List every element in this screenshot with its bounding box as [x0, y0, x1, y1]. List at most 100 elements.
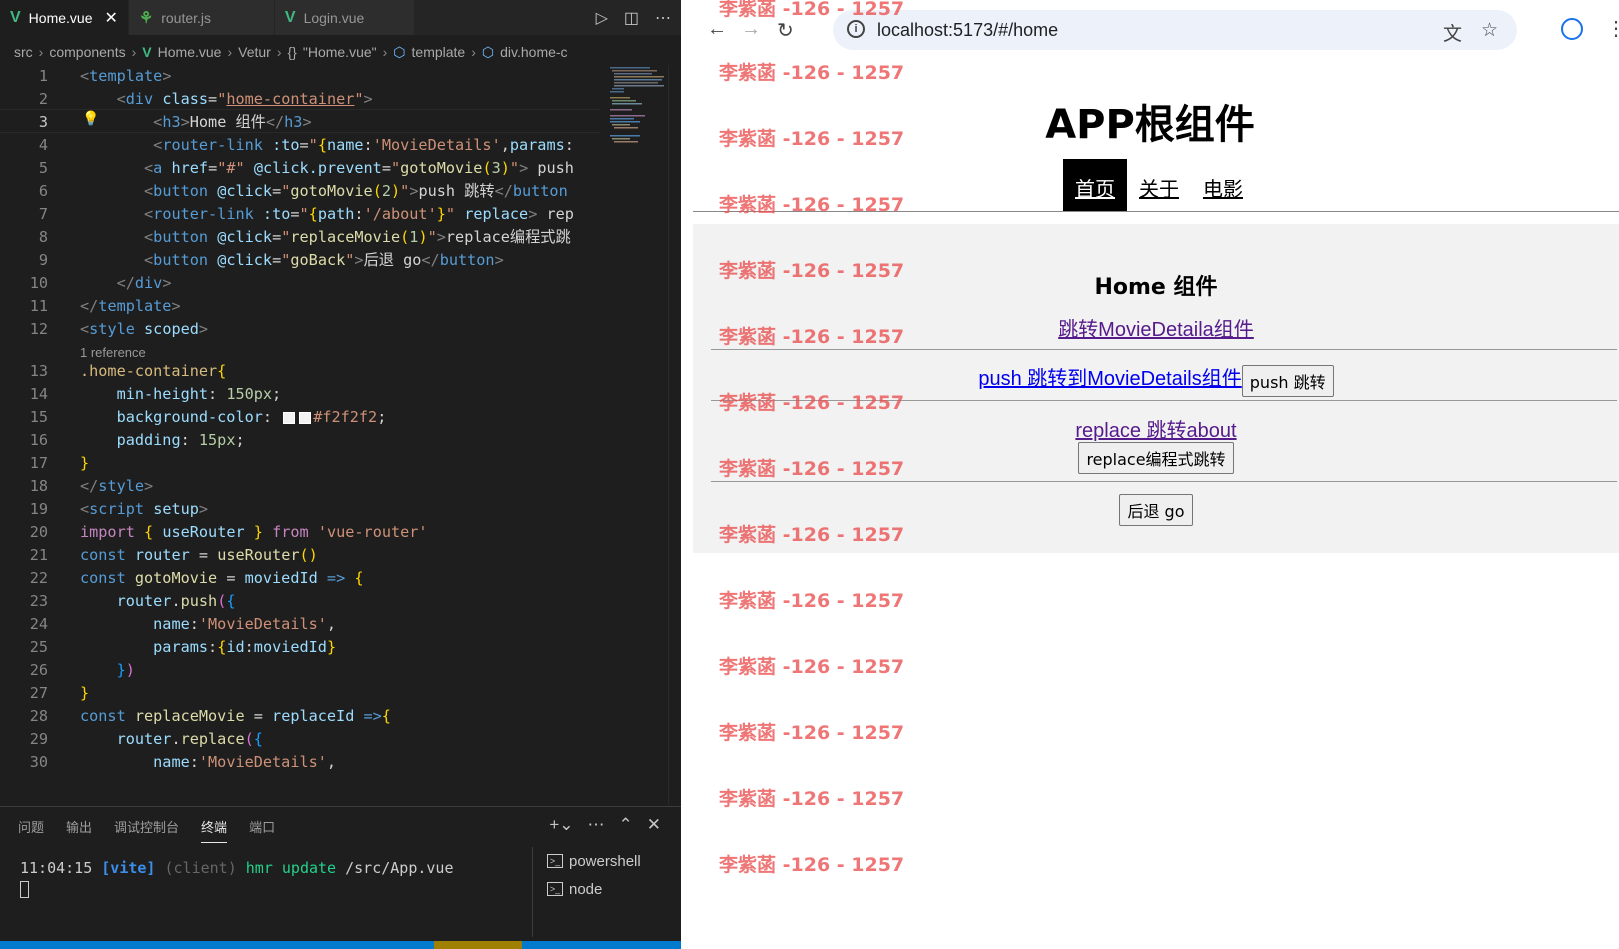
line-number: 9 — [38, 251, 48, 269]
breadcrumb-item[interactable]: Home.vue — [158, 44, 222, 60]
code-line: min-height: 150px; — [116, 385, 282, 403]
divider — [711, 481, 1617, 482]
line-number: 2 — [38, 90, 48, 108]
replace-about-link[interactable]: replace 跳转about — [1075, 420, 1236, 442]
minimap[interactable] — [608, 65, 668, 155]
breadcrumb-item[interactable]: template — [412, 44, 466, 60]
code-line: padding: 15px; — [116, 431, 245, 449]
editor-actions: ▷ ◫ ⋯ — [596, 0, 671, 35]
code-line: name:'MovieDetails', — [153, 753, 337, 771]
breadcrumb-item[interactable]: components — [49, 44, 125, 60]
line-number: 23 — [29, 592, 48, 610]
nav-home-link[interactable]: 首页 — [1063, 159, 1127, 211]
tab-login-vue[interactable]: V Login.vue — [274, 0, 415, 35]
breadcrumb: src › components › V Home.vue › Vetur › {} "… — [14, 43, 568, 61]
line-number: 13 — [29, 362, 48, 380]
run-icon[interactable]: ▷ — [596, 8, 608, 28]
bottom-panel: 问题 输出 调试控制台 终端 端口 +⌄ ⋯ ⌃ ✕ 11:04:15 [vit… — [0, 806, 681, 941]
go-back-button[interactable]: 后退 go — [1119, 494, 1193, 526]
color-swatch-icon[interactable] — [299, 411, 312, 424]
panel-tab-problems[interactable]: 问题 — [18, 817, 44, 843]
more-icon[interactable]: ⋯ — [588, 815, 605, 835]
code-line: </style> — [80, 477, 154, 495]
terminal-msg: hmr update — [245, 859, 337, 877]
replace-button[interactable]: replace编程式跳转 — [1078, 442, 1234, 474]
breadcrumb-item[interactable]: Vetur — [238, 44, 271, 60]
braces-icon: {} — [287, 44, 297, 60]
menu-icon[interactable]: ⋮ — [1606, 16, 1619, 41]
panel-tab-ports[interactable]: 端口 — [249, 817, 275, 843]
tab-home-vue[interactable]: V Home.vue ✕ — [0, 0, 129, 35]
vue-icon: V — [142, 44, 152, 60]
forward-icon[interactable]: → — [741, 18, 761, 41]
split-editor-icon[interactable]: ◫ — [624, 8, 639, 28]
line-number: 25 — [29, 638, 48, 656]
push-link[interactable]: push 跳转到MovieDetails组件 — [978, 368, 1241, 390]
panel-tab-terminal[interactable]: 终端 — [201, 817, 228, 843]
code-line: <router-link :to="{name:'MovieDetails',p… — [153, 136, 574, 154]
line-number: 3 — [38, 113, 48, 131]
star-icon[interactable]: ☆ — [1481, 19, 1498, 42]
panel-tab-debug-console[interactable]: 调试控制台 — [114, 817, 179, 843]
terminal-vite: [vite] — [101, 859, 156, 877]
more-icon[interactable]: ⋯ — [655, 8, 671, 28]
terminal-item-powershell[interactable]: >_ powershell — [547, 847, 641, 875]
terminal-item-label: node — [569, 880, 603, 898]
panel-tabs: 问题 输出 调试控制台 终端 端口 — [18, 817, 275, 843]
divider — [711, 400, 1617, 401]
line-number: 1 — [38, 67, 48, 85]
translate-icon[interactable]: 文 — [1443, 19, 1462, 46]
page-title: APP根组件 — [1045, 102, 1255, 148]
terminal-item-node[interactable]: >_ node — [547, 875, 641, 903]
code-line: <button @click="gotoMovie(2)">push 跳转</b… — [144, 182, 568, 200]
code-line: const router = useRouter() — [80, 546, 318, 564]
url-text[interactable]: localhost:5173/#/home — [877, 20, 1058, 41]
line-number: 30 — [29, 753, 48, 771]
vue-icon: V — [10, 8, 21, 26]
code-editor[interactable]: 💡 1 <template> 2 <div class="home-contain… — [0, 65, 681, 805]
movie-detail-link[interactable]: 跳转MovieDetaila组件 — [1058, 319, 1254, 341]
close-icon[interactable]: ✕ — [104, 8, 117, 28]
divider — [711, 349, 1617, 350]
code-line: const replaceMovie = replaceId =>{ — [80, 707, 391, 725]
line-number: 26 — [29, 661, 48, 679]
push-button[interactable]: push 跳转 — [1241, 364, 1334, 397]
line-number: 24 — [29, 615, 48, 633]
browser-window: ← → ↻ i localhost:5173/#/home 文 ☆ ⋮ APP根… — [681, 0, 1619, 949]
breadcrumb-item[interactable]: src — [14, 44, 33, 60]
profile-icon[interactable] — [1561, 18, 1583, 40]
breadcrumb-item[interactable]: "Home.vue" — [303, 44, 377, 60]
line-number: 5 — [38, 159, 48, 177]
new-terminal-icon[interactable]: +⌄ — [549, 815, 573, 835]
line-number: 8 — [38, 228, 48, 246]
line-number: 21 — [29, 546, 48, 564]
js-icon: ⚘ — [138, 9, 154, 27]
nav-movie-link[interactable]: 电影 — [1191, 159, 1255, 211]
code-line: name:'MovieDetails', — [153, 615, 337, 633]
code-line: } — [80, 684, 90, 702]
reload-icon[interactable]: ↻ — [777, 18, 794, 43]
color-swatch-icon[interactable] — [283, 411, 296, 424]
vue-icon: V — [284, 8, 296, 26]
maximize-panel-icon[interactable]: ⌃ — [619, 815, 633, 835]
nav-about-link[interactable]: 关于 — [1127, 159, 1191, 211]
vscode-window: V Home.vue ✕ ⚘ router.js V Login.vue ▷ ◫… — [0, 0, 681, 949]
site-info-icon[interactable]: i — [847, 20, 865, 38]
tab-label: Login.vue — [303, 9, 365, 26]
breadcrumb-item[interactable]: div.home-c — [500, 44, 567, 60]
line-number: 27 — [29, 684, 48, 702]
editor-scrollbar[interactable] — [668, 65, 681, 805]
close-icon[interactable]: ✕ — [647, 815, 661, 835]
code-line: <button @click="replaceMovie(1)">replace… — [144, 228, 571, 246]
code-line: .home-container{ — [80, 362, 227, 380]
line-number: 19 — [29, 500, 48, 518]
address-bar[interactable]: i localhost:5173/#/home 文 ☆ — [833, 10, 1517, 50]
code-line: } — [80, 454, 90, 472]
back-icon[interactable]: ← — [707, 18, 727, 41]
line-number: 10 — [29, 274, 48, 292]
line-number: 7 — [38, 205, 48, 223]
tab-router-js[interactable]: ⚘ router.js — [128, 0, 275, 35]
terminal-client: (client) — [164, 859, 237, 877]
app-page: APP根组件 首页 关于 电影 Home 组件 跳转MovieDetaila组件… — [681, 58, 1619, 949]
panel-tab-output[interactable]: 输出 — [66, 817, 92, 843]
